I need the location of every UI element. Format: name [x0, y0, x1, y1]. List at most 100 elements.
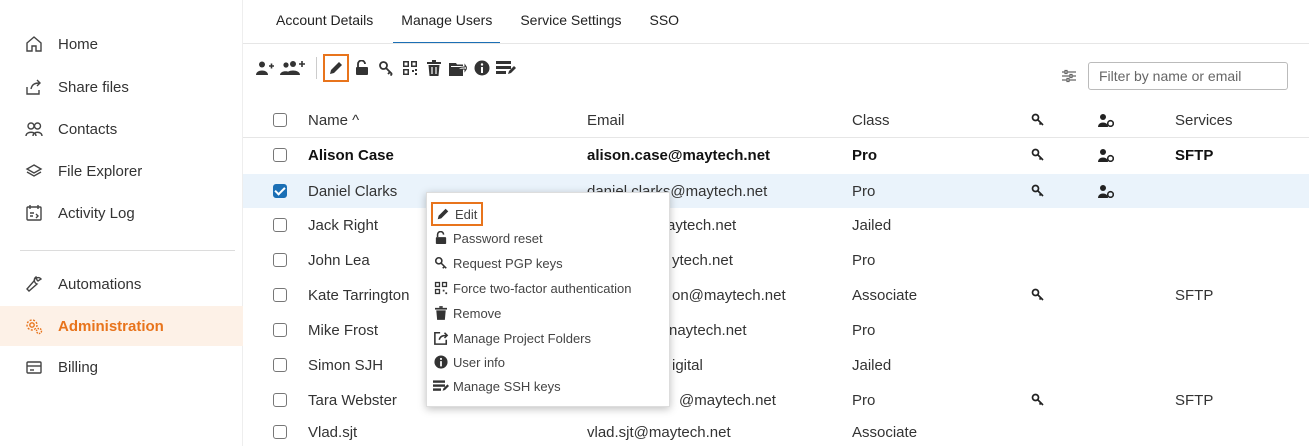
- sidebar-item-home[interactable]: Home: [0, 24, 243, 64]
- table-row[interactable]: Alison Case alison.case@maytech.net Pro …: [262, 138, 1309, 172]
- trash-icon[interactable]: [423, 56, 445, 80]
- user-class: Jailed: [852, 216, 892, 234]
- unlock-icon[interactable]: [351, 56, 373, 80]
- user-settings-icon: [1097, 146, 1115, 164]
- menu-item-label: Edit: [455, 206, 478, 222]
- ssh-keys-icon[interactable]: [495, 56, 517, 80]
- sidebar-item-label: Administration: [58, 317, 164, 335]
- menu-item-manage-ssh-keys[interactable]: Manage SSH keys: [433, 374, 561, 398]
- user-settings-column-icon: [1097, 111, 1115, 129]
- user-email: @maytech.net: [679, 391, 776, 409]
- table-row[interactable]: John Lea ytech.net Pro: [262, 243, 1309, 277]
- user-email: alison.case@maytech.net: [587, 146, 771, 164]
- filter-settings-icon[interactable]: [1057, 64, 1081, 88]
- qr-icon[interactable]: [399, 56, 421, 80]
- menu-item-remove[interactable]: Remove: [433, 301, 501, 325]
- sidebar-item-share-files[interactable]: Share files: [0, 67, 243, 107]
- table-row[interactable]: Jack Right aytech.net Jailed: [262, 208, 1309, 242]
- user-name: Jack Right: [308, 216, 379, 234]
- row-checkbox[interactable]: [273, 358, 287, 372]
- row-checkbox[interactable]: [273, 218, 287, 232]
- table-row[interactable]: Kate Tarrington on@maytech.net Associate…: [262, 278, 1309, 312]
- key-icon[interactable]: [375, 56, 397, 80]
- user-class: Pro: [852, 146, 878, 164]
- tab-bar: Account Details Manage Users Service Set…: [262, 8, 693, 44]
- user-class: Associate: [852, 286, 918, 304]
- tab-sso[interactable]: SSO: [636, 8, 694, 44]
- row-checkbox[interactable]: [273, 253, 287, 267]
- contacts-icon: [24, 119, 44, 139]
- pgp-key-icon: [1029, 182, 1047, 200]
- table-row[interactable]: Simon SJH igital Jailed: [262, 348, 1309, 382]
- user-email: on@maytech.net: [672, 286, 786, 304]
- table-header: Name ^ Email Class Services: [262, 103, 1309, 137]
- row-checkbox[interactable]: [273, 184, 287, 198]
- add-users-icon[interactable]: [278, 56, 308, 80]
- share-folder-icon: [433, 330, 449, 346]
- menu-item-manage-project-folders[interactable]: Manage Project Folders: [433, 326, 591, 350]
- edit-icon[interactable]: [323, 54, 349, 82]
- user-services: SFTP: [1175, 391, 1214, 409]
- search-input[interactable]: [1088, 62, 1288, 90]
- context-menu: Edit Password reset Request PGP keys For…: [426, 192, 670, 407]
- table-row[interactable]: Tara Webster @maytech.net Pro SFTP: [262, 383, 1309, 417]
- sidebar-item-contacts[interactable]: Contacts: [0, 109, 243, 149]
- share-icon: [24, 77, 44, 97]
- pencil-icon: [435, 206, 451, 222]
- user-class: Jailed: [852, 356, 892, 374]
- table-row[interactable]: Mike Frost naytech.net Pro: [262, 313, 1309, 347]
- tab-service-settings[interactable]: Service Settings: [506, 8, 635, 44]
- user-name: Tara Webster: [308, 391, 397, 409]
- menu-item-password-reset[interactable]: Password reset: [433, 226, 543, 250]
- column-header-class[interactable]: Class: [852, 112, 890, 129]
- info-icon: [433, 354, 449, 370]
- menu-item-force-2fa[interactable]: Force two-factor authentication: [433, 276, 631, 300]
- sidebar-item-automations[interactable]: Automations: [0, 264, 243, 304]
- user-name: Simon SJH: [308, 356, 384, 374]
- sidebar-item-label: Home: [58, 35, 99, 53]
- home-icon: [24, 34, 44, 54]
- tab-manage-users[interactable]: Manage Users: [387, 8, 506, 44]
- row-checkbox[interactable]: [273, 393, 287, 407]
- user-email: naytech.net: [669, 321, 747, 339]
- menu-item-user-info[interactable]: User info: [433, 350, 505, 374]
- user-class: Pro: [852, 321, 876, 339]
- column-header-services[interactable]: Services: [1175, 112, 1233, 129]
- sidebar-divider: [20, 250, 235, 251]
- pgp-key-icon: [1029, 391, 1047, 409]
- add-user-icon[interactable]: [254, 56, 276, 80]
- table-row[interactable]: Daniel Clarks daniel.clarks@maytech.net …: [243, 174, 1309, 208]
- user-class: Pro: [852, 391, 876, 409]
- sidebar-item-billing[interactable]: Billing: [0, 347, 243, 387]
- menu-item-label: Manage SSH keys: [453, 378, 561, 394]
- trash-icon: [433, 305, 449, 321]
- pgp-key-icon: [1029, 146, 1047, 164]
- sidebar-item-file-explorer[interactable]: File Explorer: [0, 151, 243, 191]
- select-all-checkbox[interactable]: [273, 113, 287, 127]
- key-icon: [433, 255, 449, 271]
- qr-icon: [433, 280, 449, 296]
- sidebar-item-label: Automations: [58, 275, 142, 293]
- menu-item-request-pgp-keys[interactable]: Request PGP keys: [433, 251, 563, 275]
- sidebar: Home Share files Contacts File Explorer …: [0, 0, 243, 446]
- user-settings-icon: [1097, 182, 1115, 200]
- sidebar-item-administration[interactable]: Administration: [0, 306, 243, 346]
- sidebar-item-activity-log[interactable]: Activity Log: [0, 193, 243, 233]
- user-name: Kate Tarrington: [308, 286, 410, 304]
- user-class: Pro: [852, 182, 876, 200]
- share-folder-icon[interactable]: [447, 56, 469, 80]
- info-icon[interactable]: [471, 56, 493, 80]
- column-header-email[interactable]: Email: [587, 112, 625, 129]
- row-checkbox[interactable]: [273, 425, 287, 439]
- user-name: Alison Case: [308, 146, 394, 164]
- row-checkbox[interactable]: [273, 288, 287, 302]
- row-checkbox[interactable]: [273, 323, 287, 337]
- tab-account-details[interactable]: Account Details: [262, 8, 387, 44]
- menu-item-edit[interactable]: Edit: [431, 202, 484, 226]
- table-row[interactable]: Vlad.sjt vlad.sjt@maytech.net Associate: [262, 415, 1309, 446]
- pgp-key-column-icon: [1029, 111, 1047, 129]
- pgp-key-icon: [1029, 286, 1047, 304]
- column-header-name[interactable]: Name ^: [308, 112, 359, 129]
- row-checkbox[interactable]: [273, 148, 287, 162]
- user-name: Mike Frost: [308, 321, 379, 339]
